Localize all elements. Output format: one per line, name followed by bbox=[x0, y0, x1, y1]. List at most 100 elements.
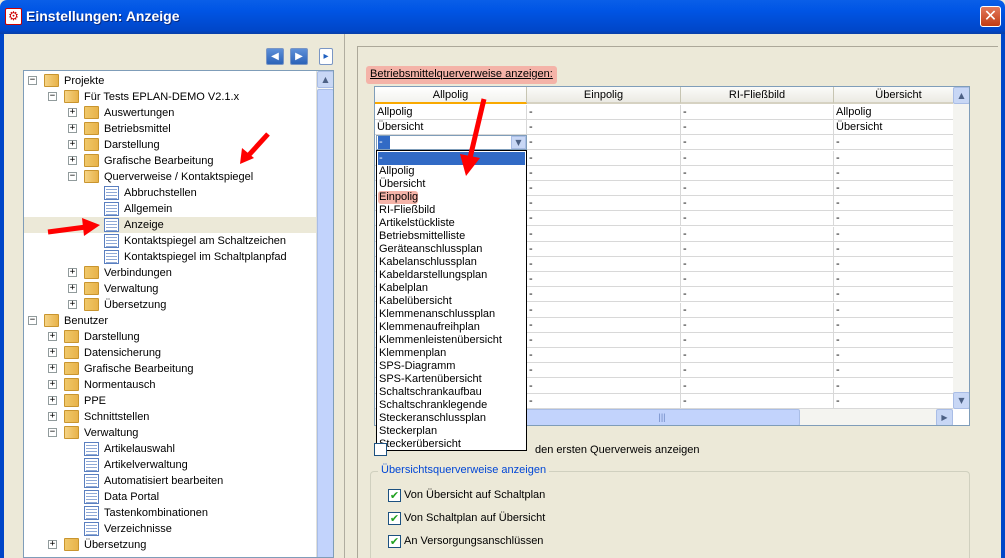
grid-cell[interactable]: - bbox=[527, 150, 681, 166]
tree-scrollbar[interactable]: ▲ bbox=[316, 71, 333, 557]
expand-icon[interactable]: + bbox=[48, 364, 57, 373]
expand-icon[interactable]: + bbox=[68, 140, 77, 149]
scroll-up-icon[interactable]: ▲ bbox=[317, 71, 333, 88]
grid-cell[interactable]: - bbox=[681, 226, 834, 242]
grid-scroll-down-icon[interactable]: ▼ bbox=[953, 392, 969, 409]
expand-icon[interactable]: + bbox=[68, 108, 77, 117]
splitter[interactable] bbox=[344, 34, 348, 558]
grid-cell[interactable]: Allpolig bbox=[375, 105, 527, 120]
dropdown-option[interactable]: Klemmenplan bbox=[378, 347, 525, 360]
dropdown-option[interactable]: SPS-Diagramm bbox=[378, 360, 525, 373]
collapse-icon[interactable]: − bbox=[28, 316, 37, 325]
dropdown-option[interactable]: RI-Fließbild bbox=[378, 204, 525, 217]
dropdown-option[interactable]: SPS-Kartenübersicht bbox=[378, 373, 525, 386]
dropdown-option[interactable]: Kabeldarstellungsplan bbox=[378, 269, 525, 282]
expand-icon[interactable]: + bbox=[48, 332, 57, 341]
grid-cell[interactable]: - bbox=[527, 135, 681, 151]
close-button[interactable]: ✕ bbox=[980, 6, 1001, 27]
tree-item[interactable]: − Für Tests EPLAN-DEMO V2.1.x bbox=[24, 89, 316, 105]
dropdown-option[interactable]: Klemmenanschlussplan bbox=[378, 308, 525, 321]
tree-item[interactable]: Verzeichnisse bbox=[24, 521, 316, 537]
grid-cell[interactable]: - bbox=[681, 150, 834, 166]
expand-icon[interactable]: + bbox=[68, 156, 77, 165]
first-crossref-checkbox[interactable] bbox=[374, 443, 387, 456]
check-icon[interactable]: ✔ bbox=[388, 535, 401, 548]
grid-cell[interactable]: - bbox=[527, 378, 681, 394]
grid-hscroll-thumb[interactable]: ||| bbox=[524, 409, 800, 425]
dropdown-option[interactable]: Schaltschranklegende bbox=[378, 399, 525, 412]
tree-item[interactable]: Abbruchstellen bbox=[24, 185, 316, 201]
grid-cell[interactable]: - bbox=[681, 348, 834, 364]
grid-cell[interactable]: - bbox=[681, 165, 834, 181]
grid-cell[interactable]: - bbox=[834, 211, 964, 227]
grid-cell[interactable]: - bbox=[527, 333, 681, 348]
grid-cell[interactable]: - bbox=[681, 302, 834, 318]
dropdown-option[interactable]: Betriebsmittelliste bbox=[378, 230, 525, 243]
grid-cell[interactable]: - bbox=[681, 317, 834, 333]
dropdown-option[interactable]: Kabelanschlussplan bbox=[378, 256, 525, 269]
grid-cell[interactable]: - bbox=[834, 196, 964, 212]
collapse-icon[interactable]: − bbox=[28, 76, 37, 85]
grid-cell[interactable]: - bbox=[681, 272, 834, 288]
expand-icon[interactable]: + bbox=[48, 396, 57, 405]
expand-icon[interactable]: + bbox=[68, 124, 77, 133]
dropdown-option[interactable]: - bbox=[378, 152, 525, 165]
dropdown-option[interactable]: Übersicht bbox=[378, 178, 525, 191]
grid-cell[interactable]: - bbox=[527, 120, 681, 136]
tree-item[interactable]: − Projekte bbox=[24, 73, 316, 89]
tree-item[interactable]: + Verbindungen bbox=[24, 265, 316, 281]
grid-cell[interactable]: - bbox=[834, 272, 964, 288]
grid-cell[interactable]: - bbox=[834, 302, 964, 318]
grid-scroll-right-icon[interactable]: ▶ bbox=[936, 409, 953, 425]
grid-cell[interactable]: - bbox=[527, 211, 681, 227]
grid-cell[interactable]: - bbox=[681, 287, 834, 303]
tree-item[interactable]: + Übersetzung bbox=[24, 297, 316, 313]
grid-cell[interactable]: - bbox=[834, 150, 964, 166]
dropdown-option[interactable]: Einpolig bbox=[378, 191, 418, 204]
expand-icon[interactable]: + bbox=[48, 412, 57, 421]
grid-cell[interactable]: Übersicht bbox=[375, 120, 527, 136]
grid-scroll-up-icon[interactable]: ▲ bbox=[953, 87, 969, 104]
settings-tree[interactable]: − Projekte − Für Tests EPLAN-DEMO V2.1.x + Au… bbox=[23, 70, 334, 558]
check-icon[interactable]: ✔ bbox=[388, 512, 401, 525]
grid-cell[interactable]: - bbox=[527, 287, 681, 303]
tree-item[interactable]: Data Portal bbox=[24, 489, 316, 505]
grid-cell[interactable]: - bbox=[681, 211, 834, 227]
tree-scroll-thumb[interactable] bbox=[317, 89, 333, 557]
expand-icon[interactable]: + bbox=[68, 268, 77, 277]
grid-cell[interactable]: Allpolig bbox=[834, 105, 964, 120]
grid-cell[interactable]: - bbox=[681, 378, 834, 394]
grid-cell[interactable]: - bbox=[834, 363, 964, 379]
dropdown-option[interactable]: Allpolig bbox=[378, 165, 525, 178]
grid-cell[interactable]: - bbox=[527, 181, 681, 196]
grid-cell[interactable]: - bbox=[527, 317, 681, 333]
grid-cell[interactable]: - bbox=[834, 348, 964, 364]
grid-cell[interactable]: Übersicht bbox=[834, 120, 964, 136]
grid-vertical-scrollbar[interactable]: ▲ ▼ bbox=[953, 87, 969, 409]
grid-column-header[interactable]: Allpolig bbox=[375, 87, 527, 104]
tree-item[interactable]: Tastenkombinationen bbox=[24, 505, 316, 521]
collapse-icon[interactable]: − bbox=[48, 428, 57, 437]
grid-cell[interactable]: - bbox=[834, 257, 964, 272]
check-icon[interactable]: ✔ bbox=[388, 489, 401, 502]
dropdown-option[interactable]: Steckerübersicht bbox=[378, 438, 525, 450]
tree-item[interactable]: Automatisiert bearbeiten bbox=[24, 473, 316, 489]
tree-item[interactable]: − Verwaltung bbox=[24, 425, 316, 441]
grid-cell[interactable]: - bbox=[834, 181, 964, 196]
collapse-icon[interactable]: − bbox=[48, 92, 57, 101]
combo-dropdown-list[interactable]: - Allpolig Übersicht Einpolig RI-Fließbild Ar… bbox=[376, 150, 527, 451]
grid-cell[interactable]: - bbox=[834, 165, 964, 181]
dropdown-option[interactable]: Kabelübersicht bbox=[378, 295, 525, 308]
grid-column-header[interactable]: Einpolig bbox=[527, 87, 681, 104]
tree-item[interactable]: + Darstellung bbox=[24, 329, 316, 345]
expand-icon[interactable]: + bbox=[68, 300, 77, 309]
grid-cell[interactable]: - bbox=[681, 181, 834, 196]
expand-icon[interactable]: + bbox=[48, 348, 57, 357]
tree-item[interactable]: Artikelverwaltung bbox=[24, 457, 316, 473]
tree-item[interactable]: Kontaktspiegel im Schaltplanpfad bbox=[24, 249, 316, 265]
dropdown-option[interactable]: Klemmenleistenübersicht bbox=[378, 334, 525, 347]
grid-cell[interactable]: - bbox=[681, 333, 834, 348]
dropdown-option[interactable]: Kabelplan bbox=[378, 282, 525, 295]
dropdown-option[interactable]: Klemmenaufreihplan bbox=[378, 321, 525, 334]
tree-item[interactable]: + Schnittstellen bbox=[24, 409, 316, 425]
